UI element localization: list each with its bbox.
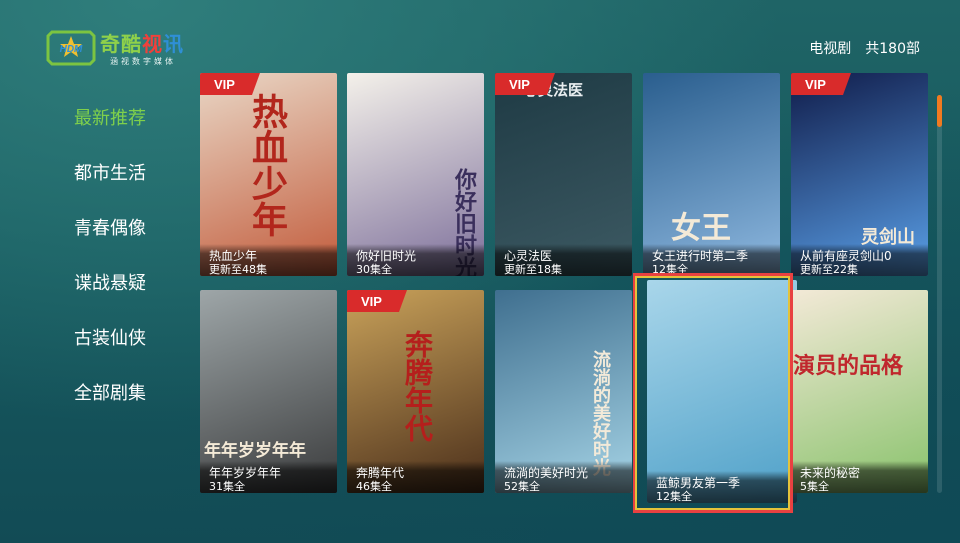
vip-badge-text: VIP <box>214 77 235 92</box>
vip-badge-icon: VIP <box>347 290 407 312</box>
poster-episode-status: 更新至22集 <box>800 263 858 276</box>
poster-card[interactable]: 演员的品格未来的秘密 5集全 <box>791 290 928 493</box>
poster-caption: 未来的秘密 5集全 <box>791 461 928 493</box>
poster-caption: 热血少年 更新至48集 <box>200 244 337 276</box>
vip-badge-icon: VIP <box>495 73 555 95</box>
poster-card[interactable]: 灵剑山 VIP 从前有座灵剑山0 更新至22集 <box>791 73 928 276</box>
nav-item-all[interactable]: 全部剧集 <box>74 379 184 434</box>
poster-card[interactable]: 年年岁岁年年 年年岁岁年年 31集全 <box>200 290 337 493</box>
vip-badge-text: VIP <box>361 294 382 309</box>
logo-subtitle: 涵视数字媒体 <box>110 57 176 66</box>
scrollbar-thumb[interactable] <box>937 95 942 127</box>
poster-caption: 从前有座灵剑山0 更新至22集 <box>791 244 928 276</box>
poster-card[interactable]: 热血少年 VIP 热血少年 更新至48集 <box>200 73 337 276</box>
nav-item-urban[interactable]: 都市生活 <box>74 159 184 214</box>
poster-caption: 年年岁岁年年 31集全 <box>200 461 337 493</box>
total-count: 共180部 <box>865 41 920 57</box>
poster-caption: 奔腾年代 46集全 <box>347 461 484 493</box>
poster-card[interactable]: 你好旧时光 你好旧时光 30集全 <box>347 73 484 276</box>
poster-grid: 热血少年 VIP 热血少年 更新至48集 你好旧时光 你好旧时光 30集全 心灵法医 VIP 心灵… <box>200 73 930 503</box>
vip-badge-icon: VIP <box>791 73 851 95</box>
poster-episode-status: 30集全 <box>356 263 392 276</box>
app-logo: HDM 奇酷视讯 涵视数字媒体 <box>46 26 196 72</box>
poster-card[interactable]: 心灵法医 VIP 心灵法医 更新至18集 <box>495 73 632 276</box>
poster-card[interactable]: 女王 女王进行时第二季 12集全 <box>643 73 780 276</box>
poster-episode-status: 更新至18集 <box>504 263 562 276</box>
nav-item-costume[interactable]: 古装仙侠 <box>74 324 184 379</box>
poster-card[interactable]: 奔腾年代 VIP 奔腾年代 46集全 <box>347 290 484 493</box>
poster-artwork-text: 演员的品格 <box>793 354 904 379</box>
focus-inner-frame <box>635 276 790 510</box>
poster-artwork-text: 热血少年 <box>246 93 287 237</box>
nav-item-latest[interactable]: 最新推荐 <box>74 104 184 159</box>
poster-card[interactable]: 流淌的美好时光 流淌的美好时光 52集全 <box>495 290 632 493</box>
poster-artwork-text: 年年岁岁年年 <box>204 441 306 461</box>
nav-item-youth[interactable]: 青春偶像 <box>74 214 184 269</box>
vip-badge-text: VIP <box>805 77 826 92</box>
poster-artwork-text: 奔腾年代 <box>401 330 434 442</box>
poster-caption: 心灵法医 更新至18集 <box>495 244 632 276</box>
poster-artwork-text: 流淌的美好时光 <box>590 350 611 476</box>
nav-item-spy[interactable]: 谍战悬疑 <box>74 269 184 324</box>
poster-episode-status: 31集全 <box>209 480 245 493</box>
category-nav: 最新推荐 都市生活 青春偶像 谍战悬疑 古装仙侠 全部剧集 <box>74 104 184 434</box>
poster-caption: 女王进行时第二季 12集全 <box>643 244 780 276</box>
category-info: 电视剧 共180部 <box>809 38 920 58</box>
logo-badge-text: HDM <box>60 44 83 55</box>
poster-episode-status: 46集全 <box>356 480 392 493</box>
vip-badge-icon: VIP <box>200 73 260 95</box>
poster-episode-status: 52集全 <box>504 480 540 493</box>
poster-episode-status: 更新至48集 <box>209 263 267 276</box>
poster-artwork-text: 女王 <box>671 211 731 246</box>
vip-badge-text: VIP <box>509 77 530 92</box>
category-label: 电视剧 <box>809 41 852 57</box>
poster-caption: 你好旧时光 30集全 <box>347 244 484 276</box>
poster-caption: 流淌的美好时光 52集全 <box>495 461 632 493</box>
poster-episode-status: 5集全 <box>800 480 829 493</box>
scrollbar[interactable] <box>937 95 942 493</box>
logo-title: 奇酷视讯 <box>100 32 184 56</box>
logo-badge-icon: HDM <box>46 30 96 66</box>
